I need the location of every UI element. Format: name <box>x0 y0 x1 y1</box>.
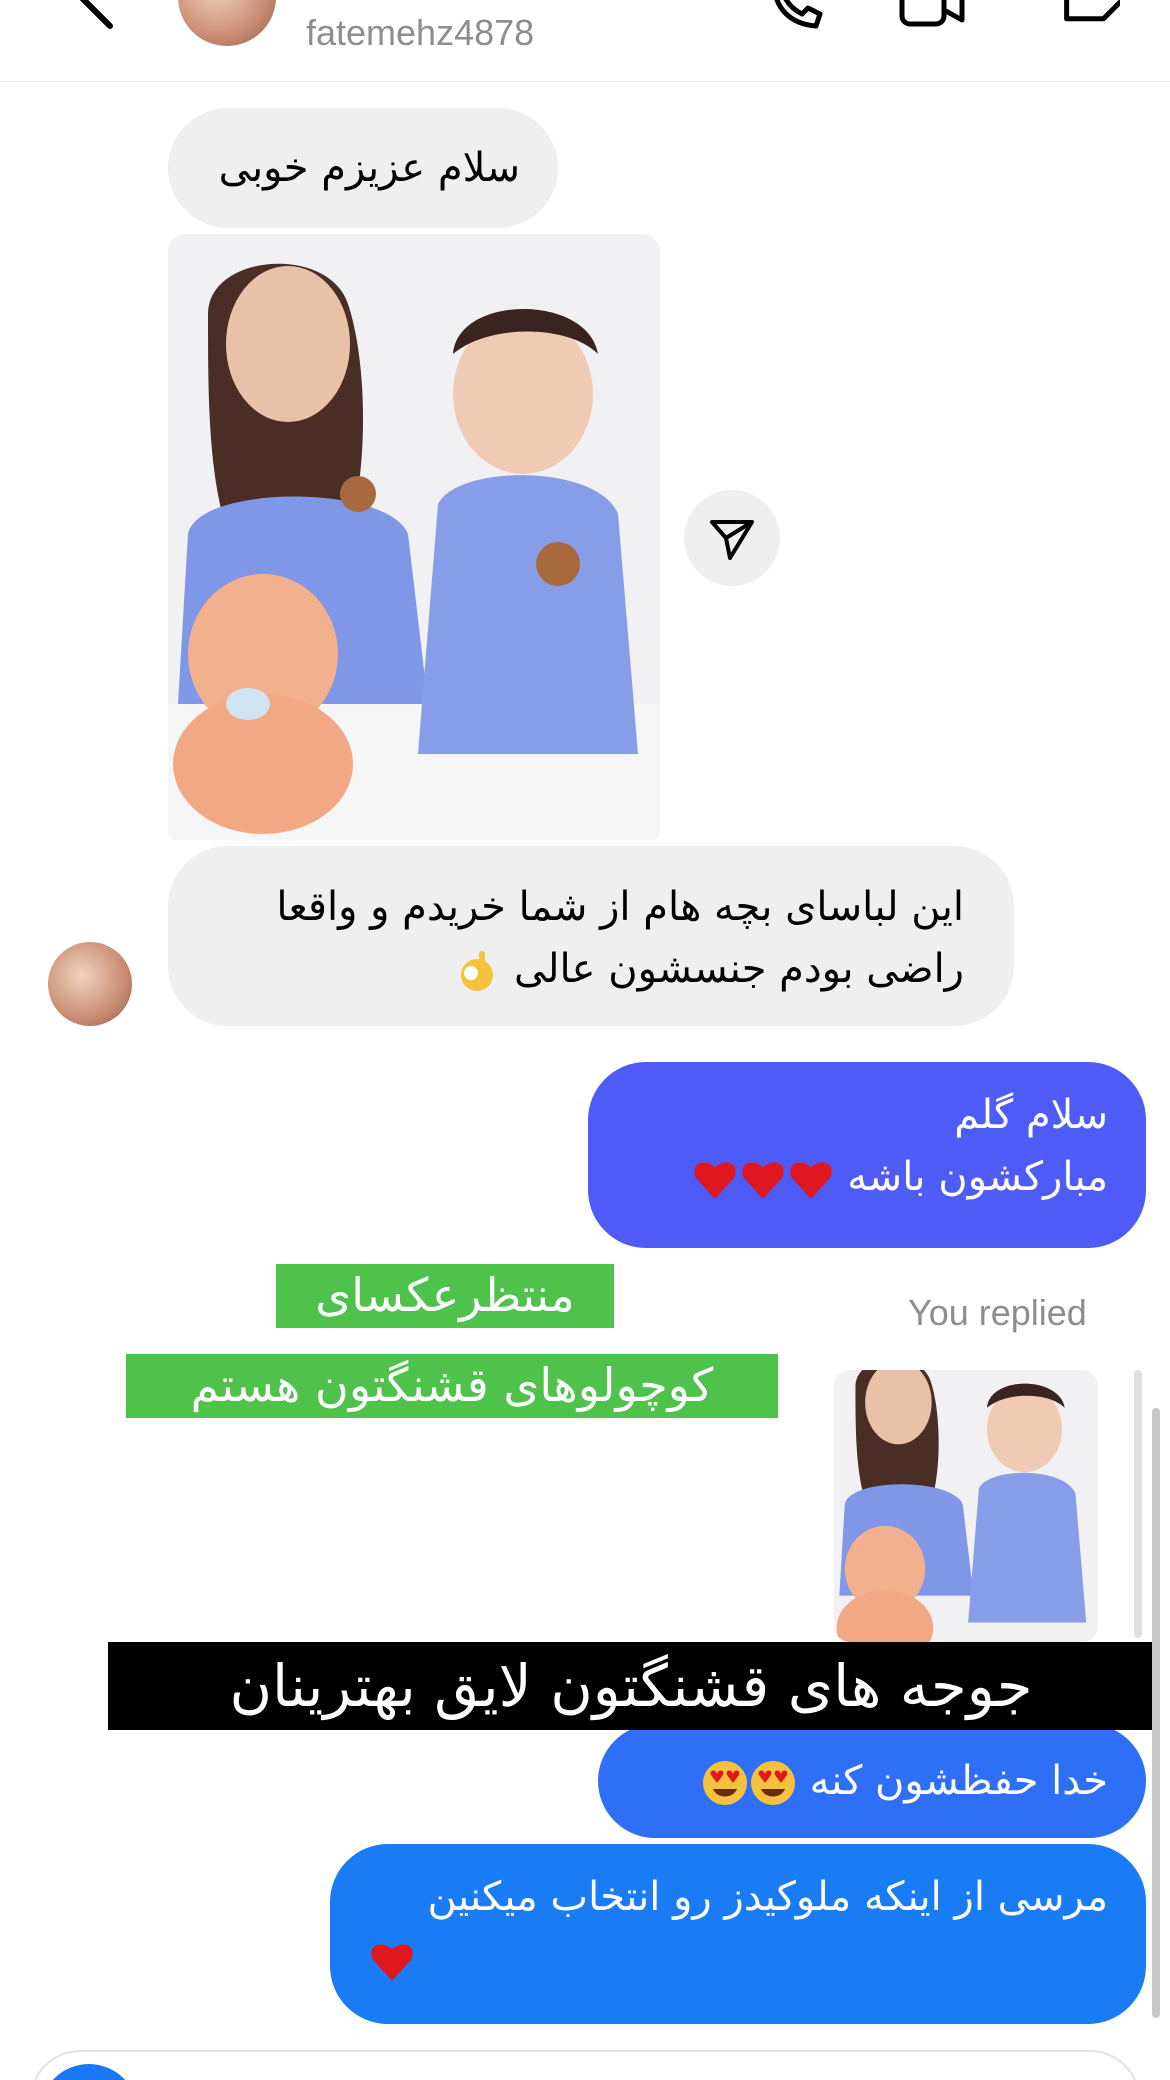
message-reply-3[interactable]: مرسی از اینکه ملوکیدز رو انتخاب میکنین <box>330 1844 1146 2024</box>
overlay-caption-line2: کوچولوهای قشنگتون هستم <box>126 1354 778 1418</box>
heart-emoji-icon <box>371 1944 413 1981</box>
paper-plane-icon <box>710 520 754 560</box>
shared-photo[interactable] <box>168 234 660 840</box>
message-text-line2: راضی بودم جنسشون عالی <box>206 938 964 1000</box>
heart-eyes-emoji-icon <box>750 1761 795 1805</box>
message-text-line2 <box>368 1928 1108 1990</box>
tag-icon[interactable] <box>1050 0 1120 34</box>
avatar[interactable] <box>178 0 276 46</box>
scrollbar[interactable] <box>1152 1408 1160 2018</box>
message-text: سلام عزیزم خوبی <box>218 145 520 191</box>
video-camera-icon[interactable] <box>896 0 966 34</box>
heart-emoji-icon <box>789 1162 832 1199</box>
message-greeting[interactable]: سلام عزیزم خوبی <box>168 108 558 228</box>
replied-photo[interactable] <box>834 1370 1098 1642</box>
chat-header: fatemehz4878 <box>0 0 1170 82</box>
you-replied-label: You replied <box>908 1292 1087 1333</box>
heart-eyes-emoji-icon <box>702 1761 747 1805</box>
message-text: خدا حفظشون کنه <box>636 1724 1108 1838</box>
message-reply-1[interactable]: سلام گلم مبارکشون باشه <box>588 1062 1146 1248</box>
message-text-line1: سلام گلم <box>954 1092 1108 1138</box>
heart-emoji-icon <box>741 1162 784 1199</box>
message-review[interactable]: این لباسای بچه هام از شما خریدم و واقعا … <box>168 846 1014 1026</box>
username[interactable]: fatemehz4878 <box>306 12 534 54</box>
chevron-left-icon[interactable] <box>60 0 130 30</box>
message-text-line1: این لباسای بچه هام از شما خریدم و واقعا <box>276 884 964 930</box>
message-text-line1: مرسی از اینکه ملوکیدز رو انتخاب میکنین <box>427 1874 1108 1920</box>
overlay-caption-black: جوجه های قشنگتون لایق بهترینان <box>108 1642 1154 1730</box>
kids-photo-image <box>168 234 660 840</box>
heart-emoji-icon <box>693 1162 736 1199</box>
kids-photo-thumbnail <box>834 1370 1098 1642</box>
message-text-line2: مبارکشون باشه <box>626 1146 1108 1208</box>
overlay-caption-line1: منتظرعکسای <box>276 1264 614 1328</box>
reply-indicator-bar <box>1134 1370 1142 1638</box>
phone-icon[interactable] <box>760 0 830 34</box>
message-composer[interactable] <box>30 2050 1140 2080</box>
share-button[interactable] <box>684 490 780 586</box>
ok-hand-emoji-icon <box>461 951 494 991</box>
sender-avatar[interactable] <box>48 942 132 1026</box>
message-reply-2[interactable]: خدا حفظشون کنه <box>598 1724 1146 1838</box>
